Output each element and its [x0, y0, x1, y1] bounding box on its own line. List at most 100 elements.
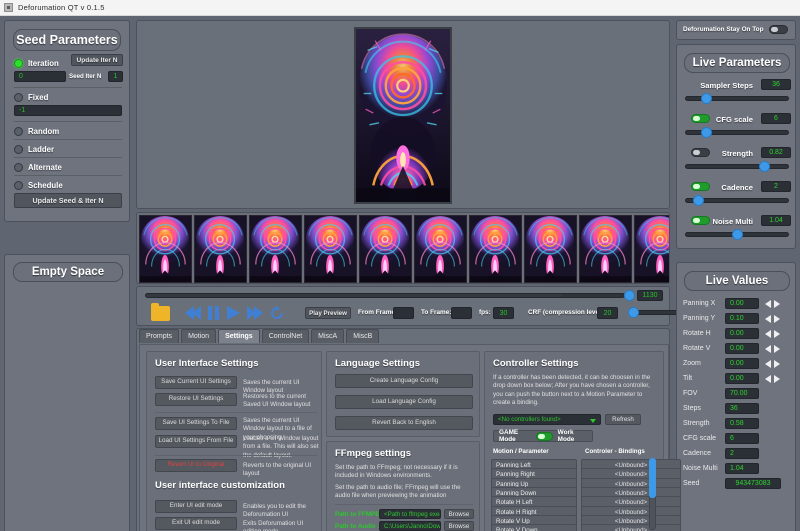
- seed-option-ladder[interactable]: Ladder: [14, 143, 122, 155]
- radio-icon[interactable]: [14, 181, 23, 190]
- filmstrip-thumbnail[interactable]: [414, 215, 467, 283]
- live-value-steppers[interactable]: [765, 345, 780, 353]
- arrow-left-icon[interactable]: [765, 330, 771, 338]
- live-param-toggle[interactable]: [691, 182, 710, 191]
- tab-settings[interactable]: Settings: [218, 329, 260, 343]
- loop-icon[interactable]: [269, 305, 285, 321]
- binding-value[interactable]: <Unbound>: [581, 524, 681, 531]
- live-param-value[interactable]: 2: [761, 181, 791, 192]
- to-frame-input[interactable]: [451, 307, 472, 319]
- browse-ffmpeg-button[interactable]: Browse: [444, 509, 474, 519]
- skip-back-icon[interactable]: [185, 305, 203, 321]
- live-param-knob[interactable]: [732, 229, 743, 240]
- live-param-knob[interactable]: [701, 127, 712, 138]
- tab-motion[interactable]: Motion: [181, 329, 216, 343]
- enter-ui-edit-mode-button[interactable]: Enter UI edit mode: [155, 500, 237, 513]
- arrow-left-icon[interactable]: [765, 345, 771, 353]
- arrow-left-icon[interactable]: [765, 360, 771, 368]
- save-ui-settings-to-file-button[interactable]: Save UI Settings To File: [155, 417, 237, 430]
- path-to-ffmpeg-input[interactable]: <Path to ffmpeg executable>: [379, 509, 441, 519]
- live-param-toggle[interactable]: [691, 114, 710, 123]
- update-iter-n-button[interactable]: Update Iter N: [71, 54, 123, 66]
- bindings-scrollbar-thumb[interactable]: [649, 458, 656, 498]
- timeline-slider[interactable]: [145, 293, 625, 298]
- crf-input[interactable]: 20: [597, 307, 618, 319]
- preview-image[interactable]: [354, 27, 452, 204]
- play-preview-button[interactable]: Play Preview: [305, 307, 351, 319]
- live-value-steppers[interactable]: [765, 330, 780, 338]
- live-value-steppers[interactable]: [765, 375, 780, 383]
- live-value-box[interactable]: 6: [725, 433, 759, 444]
- controller-dropdown[interactable]: <No controllers found>: [493, 414, 601, 425]
- live-value-box[interactable]: 1.04: [725, 463, 759, 474]
- live-value-steppers[interactable]: [765, 360, 780, 368]
- filmstrip-thumbnail[interactable]: [469, 215, 522, 283]
- crf-knob[interactable]: [628, 307, 639, 318]
- live-param-value[interactable]: 1.04: [761, 215, 791, 226]
- live-param-knob[interactable]: [759, 161, 770, 172]
- arrow-right-icon[interactable]: [774, 375, 780, 383]
- refresh-controllers-button[interactable]: Refresh: [605, 414, 641, 425]
- seed-option-schedule[interactable]: Schedule: [14, 179, 122, 191]
- create-language-config-button[interactable]: Create Language Config: [335, 374, 473, 388]
- path-to-audio-input[interactable]: C:\Users\Janno\Downloads\FS_Ba: [379, 521, 441, 531]
- controller-mode-switch[interactable]: GAME Mode Work Mode: [493, 430, 593, 442]
- filmstrip-thumbnail[interactable]: [359, 215, 412, 283]
- live-value-box[interactable]: 70.00: [725, 388, 759, 399]
- update-seed-and-iter-button[interactable]: Update Seed & Iter N: [14, 193, 122, 208]
- iteration-value-field[interactable]: 0: [14, 71, 66, 82]
- radio-icon[interactable]: [14, 127, 23, 136]
- live-value-box[interactable]: 0.58: [725, 418, 759, 429]
- restore-ui-settings-button[interactable]: Restore UI Settings: [155, 393, 237, 406]
- live-param-slider[interactable]: [685, 164, 789, 169]
- live-value-box[interactable]: 2: [725, 448, 759, 459]
- from-frame-input[interactable]: [393, 307, 414, 319]
- browse-audio-button[interactable]: Browse: [444, 521, 474, 531]
- radio-icon[interactable]: [14, 145, 23, 154]
- mode-toggle[interactable]: [536, 432, 553, 441]
- live-param-knob[interactable]: [701, 93, 712, 104]
- radio-icon[interactable]: [14, 59, 23, 68]
- save-current-ui-settings-button[interactable]: Save Current UI Settings: [155, 376, 237, 389]
- live-value-box[interactable]: 0.10: [725, 313, 759, 324]
- fps-input[interactable]: 30: [493, 307, 514, 319]
- filmstrip[interactable]: [139, 215, 669, 283]
- radio-icon[interactable]: [14, 163, 23, 172]
- live-param-toggle[interactable]: [691, 216, 710, 225]
- stay-on-top-toggle[interactable]: [769, 25, 788, 34]
- seed-iter-n-value[interactable]: 1: [108, 71, 123, 82]
- seed-option-random[interactable]: Random: [14, 125, 122, 137]
- pause-icon[interactable]: [207, 305, 221, 321]
- live-value-box[interactable]: 36: [725, 403, 759, 414]
- live-param-value[interactable]: 6: [761, 113, 791, 124]
- live-value-box[interactable]: 0.00: [725, 298, 759, 309]
- revert-back-to-english-button[interactable]: Revert Back to English: [335, 416, 473, 430]
- live-param-value[interactable]: 36: [761, 79, 791, 90]
- filmstrip-thumbnail[interactable]: [249, 215, 302, 283]
- live-value-box[interactable]: 0.00: [725, 343, 759, 354]
- radio-icon[interactable]: [14, 93, 23, 102]
- skip-forward-icon[interactable]: [245, 305, 263, 321]
- arrow-right-icon[interactable]: [774, 330, 780, 338]
- live-param-toggle[interactable]: [691, 148, 710, 157]
- arrow-right-icon[interactable]: [774, 315, 780, 323]
- folder-icon[interactable]: [151, 306, 170, 321]
- live-value-box[interactable]: 943473083: [725, 478, 781, 489]
- live-value-steppers[interactable]: [765, 300, 780, 308]
- seed-option-alternate[interactable]: Alternate: [14, 161, 122, 173]
- exit-ui-edit-mode-button[interactable]: Exit UI edit mode: [155, 517, 237, 530]
- tab-controlnet[interactable]: ControlNet: [262, 329, 309, 343]
- arrow-left-icon[interactable]: [765, 375, 771, 383]
- arrow-right-icon[interactable]: [774, 360, 780, 368]
- live-param-value[interactable]: 0.82: [761, 147, 791, 158]
- arrow-right-icon[interactable]: [774, 345, 780, 353]
- filmstrip-thumbnail[interactable]: [194, 215, 247, 283]
- tab-misca[interactable]: MiscA: [311, 329, 344, 343]
- arrow-left-icon[interactable]: [765, 315, 771, 323]
- load-language-config-button[interactable]: Load Language Config: [335, 395, 473, 409]
- filmstrip-thumbnail[interactable]: [634, 215, 669, 283]
- tab-miscb[interactable]: MiscB: [346, 329, 379, 343]
- filmstrip-thumbnail[interactable]: [579, 215, 632, 283]
- tab-prompts[interactable]: Prompts: [139, 329, 179, 343]
- live-param-knob[interactable]: [693, 195, 704, 206]
